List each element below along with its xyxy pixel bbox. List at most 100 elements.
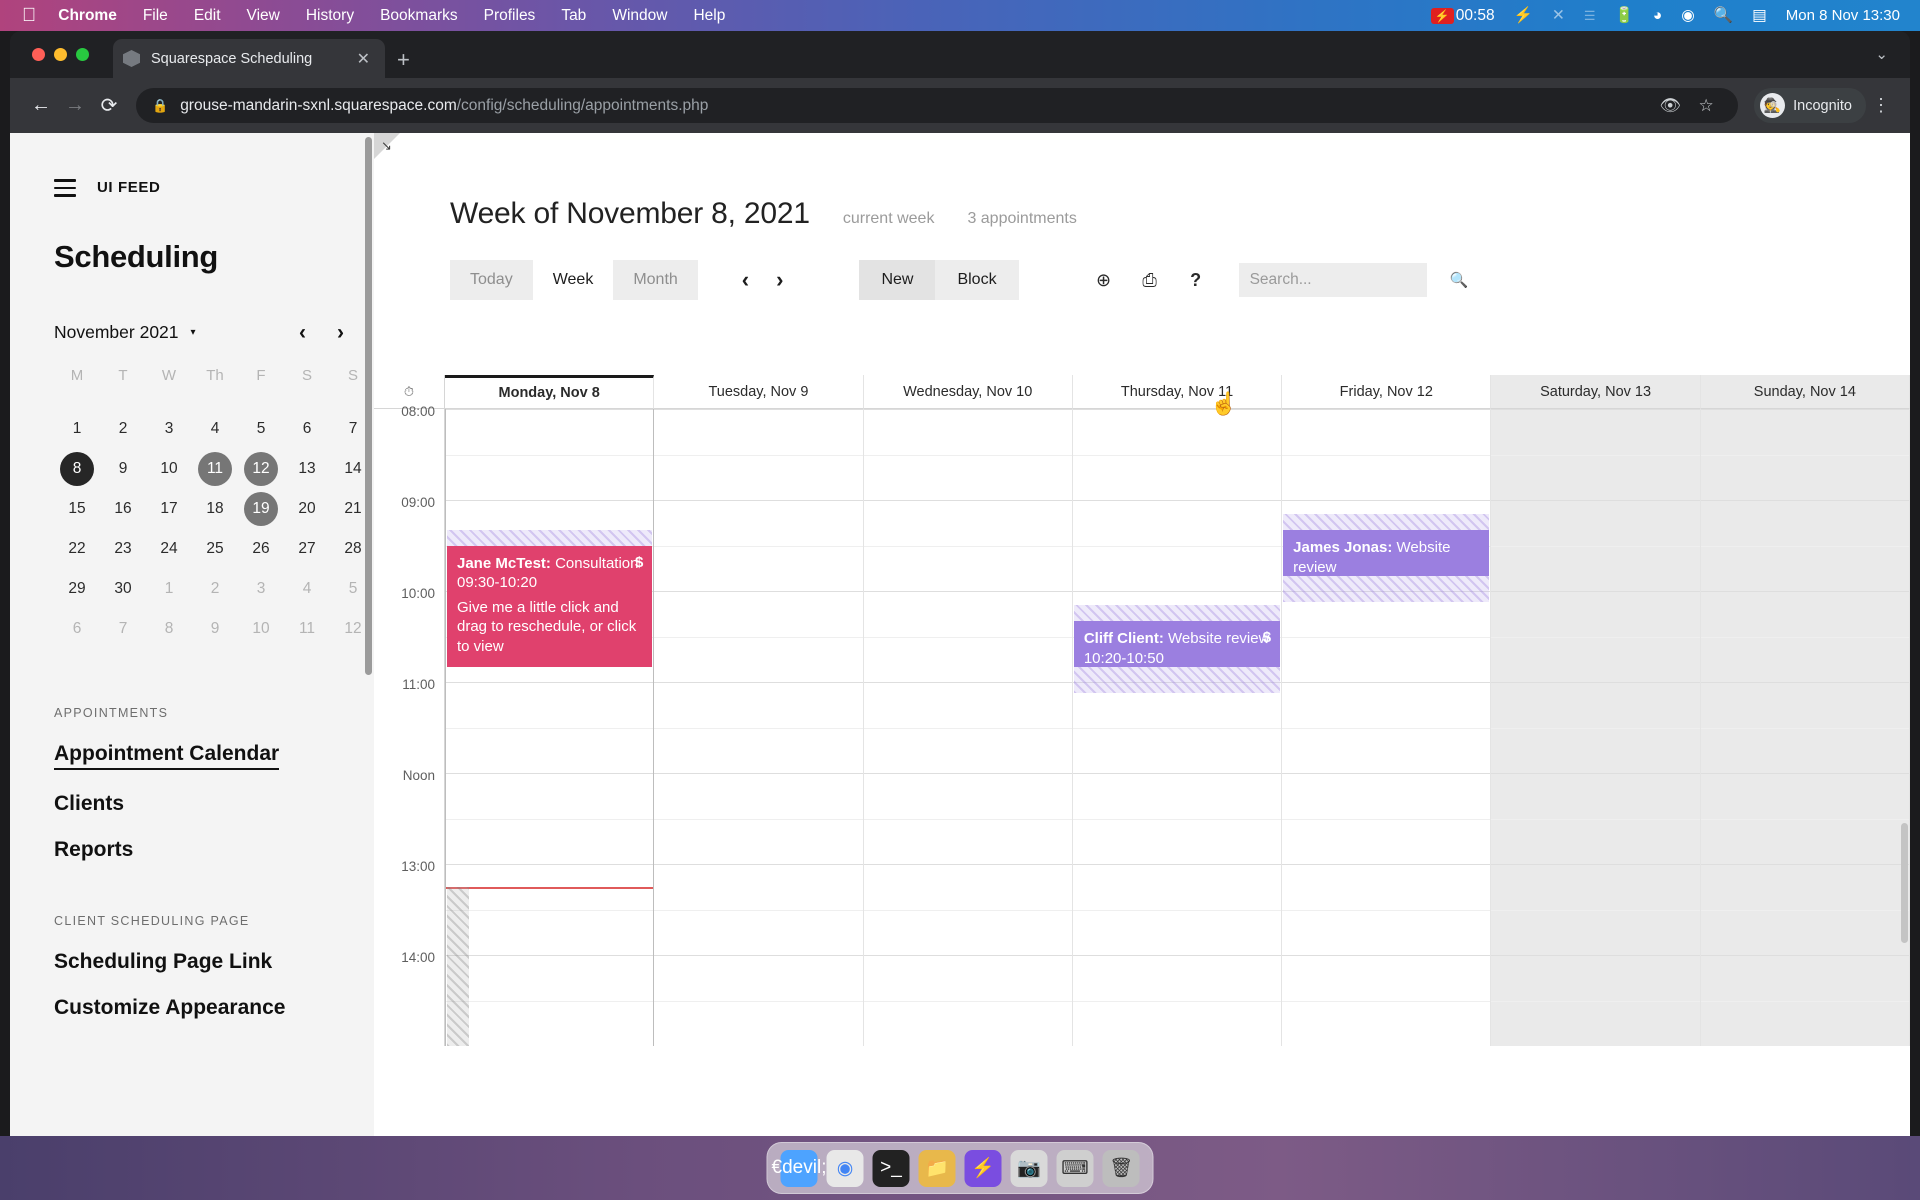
menu-bar-clock[interactable]: Mon 8 Nov 13:30: [1786, 7, 1900, 24]
window-traffic-lights[interactable]: [32, 48, 89, 61]
mini-calendar-day[interactable]: 23: [100, 529, 146, 569]
menu-view[interactable]: View: [247, 7, 280, 25]
mini-calendar-day[interactable]: 17: [146, 489, 192, 529]
sidebar-item-scheduling-page-link[interactable]: Scheduling Page Link: [54, 950, 272, 974]
sidebar-item-appointment-calendar[interactable]: Appointment Calendar: [54, 742, 280, 770]
print-icon[interactable]: ⎙: [1127, 270, 1173, 291]
minimize-window-button[interactable]: [54, 48, 67, 61]
mini-calendar-day[interactable]: 11: [192, 449, 238, 489]
hamburger-menu-icon[interactable]: [54, 179, 76, 197]
mini-calendar-day[interactable]: 10: [146, 449, 192, 489]
forward-button[interactable]: →: [58, 94, 92, 117]
spotlight-icon[interactable]: 🔍: [1714, 6, 1733, 25]
day-column[interactable]: Cliff Client: Website review 10:20-10:50 $: [1072, 409, 1283, 1046]
mini-calendar-day[interactable]: 10: [238, 609, 284, 649]
mini-calendar-day[interactable]: 6: [284, 409, 330, 449]
bolt-app-icon[interactable]: ⚡: [964, 1149, 1002, 1187]
mini-calendar-day[interactable]: 9: [100, 449, 146, 489]
mini-calendar-day[interactable]: 1: [54, 409, 100, 449]
menu-history[interactable]: History: [306, 7, 354, 25]
maximize-window-button[interactable]: [76, 48, 89, 61]
menu-file[interactable]: File: [143, 7, 168, 25]
collapse-sidebar-icon[interactable]: ↘: [381, 138, 392, 154]
menu-tab[interactable]: Tab: [561, 7, 586, 25]
finder-icon[interactable]: €devil;: [772, 1149, 826, 1187]
mini-calendar-day[interactable]: 4: [192, 409, 238, 449]
sidebar-scrollbar[interactable]: [365, 137, 372, 675]
menu-bookmarks[interactable]: Bookmarks: [380, 7, 458, 25]
day-column[interactable]: [654, 409, 864, 1046]
keyboard-icon[interactable]: ⌨: [1056, 1149, 1094, 1187]
menu-chrome[interactable]: Chrome: [58, 7, 117, 25]
display-icon[interactable]: ▤: [1752, 6, 1767, 25]
new-appointment-button[interactable]: New: [859, 260, 936, 300]
appointment-block[interactable]: Cliff Client: Website review 10:20-10:50 $: [1073, 621, 1281, 667]
day-column[interactable]: [863, 409, 1073, 1046]
help-icon[interactable]: ?: [1173, 270, 1219, 291]
next-week-button[interactable]: ›: [776, 269, 783, 291]
bookmark-star-icon[interactable]: ☆: [1688, 96, 1724, 116]
close-window-button[interactable]: [32, 48, 45, 61]
mini-calendar-day[interactable]: 11: [284, 609, 330, 649]
reload-button[interactable]: ⟳: [92, 93, 126, 118]
search-input[interactable]: [1249, 271, 1450, 289]
mini-calendar-day[interactable]: 12: [238, 449, 284, 489]
calendar-grid-body[interactable]: 08:00 09:00 10:00 11:00 Noon 13:00 14:00 Jane M…: [374, 404, 1910, 1046]
day-column[interactable]: [1491, 409, 1701, 1046]
search-box[interactable]: 🔍: [1238, 263, 1468, 297]
menu-help[interactable]: Help: [693, 7, 725, 25]
mini-calendar-day[interactable]: 1: [146, 569, 192, 609]
chrome-icon[interactable]: ◉: [826, 1149, 864, 1187]
mini-calendar-day[interactable]: 4: [284, 569, 330, 609]
browser-tab[interactable]: Squarespace Scheduling ✕: [113, 39, 385, 78]
day-column-header[interactable]: Monday, Nov 8: [445, 375, 655, 409]
menu-profiles[interactable]: Profiles: [484, 7, 536, 25]
day-column-header[interactable]: Sunday, Nov 14: [1700, 375, 1910, 409]
mini-calendar-day[interactable]: 8: [146, 609, 192, 649]
mini-calendar-day[interactable]: 15: [54, 489, 100, 529]
chevron-down-icon[interactable]: ⌄: [1875, 45, 1888, 63]
mini-calendar-prev-button[interactable]: ‹: [299, 322, 306, 343]
prev-week-button[interactable]: ‹: [742, 269, 749, 291]
files-icon[interactable]: 📁: [918, 1149, 956, 1187]
block-time-button[interactable]: Block: [935, 260, 1018, 300]
mini-calendar-day[interactable]: 7: [100, 609, 146, 649]
week-nav-group[interactable]: ‹ ›: [742, 269, 784, 291]
terminal-icon[interactable]: >_: [872, 1149, 910, 1187]
menu-window[interactable]: Window: [612, 7, 667, 25]
tab-today[interactable]: Today: [450, 260, 533, 300]
zoom-in-icon[interactable]: ⊕: [1081, 270, 1127, 291]
appointment-block[interactable]: James Jonas: Website review09:20-09:50: [1283, 530, 1490, 576]
sidebar-item-reports[interactable]: Reports: [54, 838, 133, 862]
mini-calendar-day[interactable]: 29: [54, 569, 100, 609]
mini-calendar-day[interactable]: 22: [54, 529, 100, 569]
mini-calendar-day[interactable]: 2: [100, 409, 146, 449]
battery-timer-group[interactable]: ⚡ 00:58: [1430, 7, 1495, 25]
wifi-icon[interactable]: ◕: [1653, 7, 1662, 25]
action-button-group[interactable]: New Block: [859, 260, 1019, 300]
sidebar-item-customize-appearance[interactable]: Customize Appearance: [54, 996, 285, 1020]
mini-calendar-day[interactable]: 9: [192, 609, 238, 649]
control-center-icon[interactable]: ◉: [1681, 6, 1695, 25]
day-column[interactable]: Jane McTest: Consultation 09:30-10:20 Give…: [445, 409, 655, 1046]
trash-icon[interactable]: 🗑: [1102, 1149, 1140, 1187]
mini-calendar-grid[interactable]: 1 2 3 4 5 6 7 8 9 10 11 12 13 14 15 16 17 18 19 20 21 22 23 24 2…: [54, 409, 374, 649]
day-column-header[interactable]: Tuesday, Nov 9: [654, 375, 864, 409]
eye-slash-icon[interactable]: 👁: [1652, 96, 1688, 116]
tab-month[interactable]: Month: [613, 260, 697, 300]
mini-calendar-day[interactable]: 5: [238, 409, 284, 449]
day-column[interactable]: [1700, 409, 1910, 1046]
mini-calendar-day[interactable]: 18: [192, 489, 238, 529]
chevron-down-icon[interactable]: ▾: [191, 327, 196, 338]
close-icon[interactable]: ✕: [352, 49, 375, 69]
chrome-menu-button[interactable]: ⋮: [1866, 95, 1896, 116]
day-column[interactable]: James Jonas: Website review09:20-09:50: [1282, 409, 1492, 1046]
apple-icon[interactable]: : [22, 6, 36, 25]
mini-calendar-day[interactable]: 20: [284, 489, 330, 529]
mini-calendar-day[interactable]: 2: [192, 569, 238, 609]
page-scrollbar[interactable]: [1901, 823, 1908, 943]
mini-calendar-day[interactable]: 8: [54, 449, 100, 489]
battery-charging-icon[interactable]: 🔋: [1615, 6, 1634, 25]
camera-icon[interactable]: 📷: [1010, 1149, 1048, 1187]
bluetooth-off-icon[interactable]: ✕: [1552, 6, 1565, 25]
